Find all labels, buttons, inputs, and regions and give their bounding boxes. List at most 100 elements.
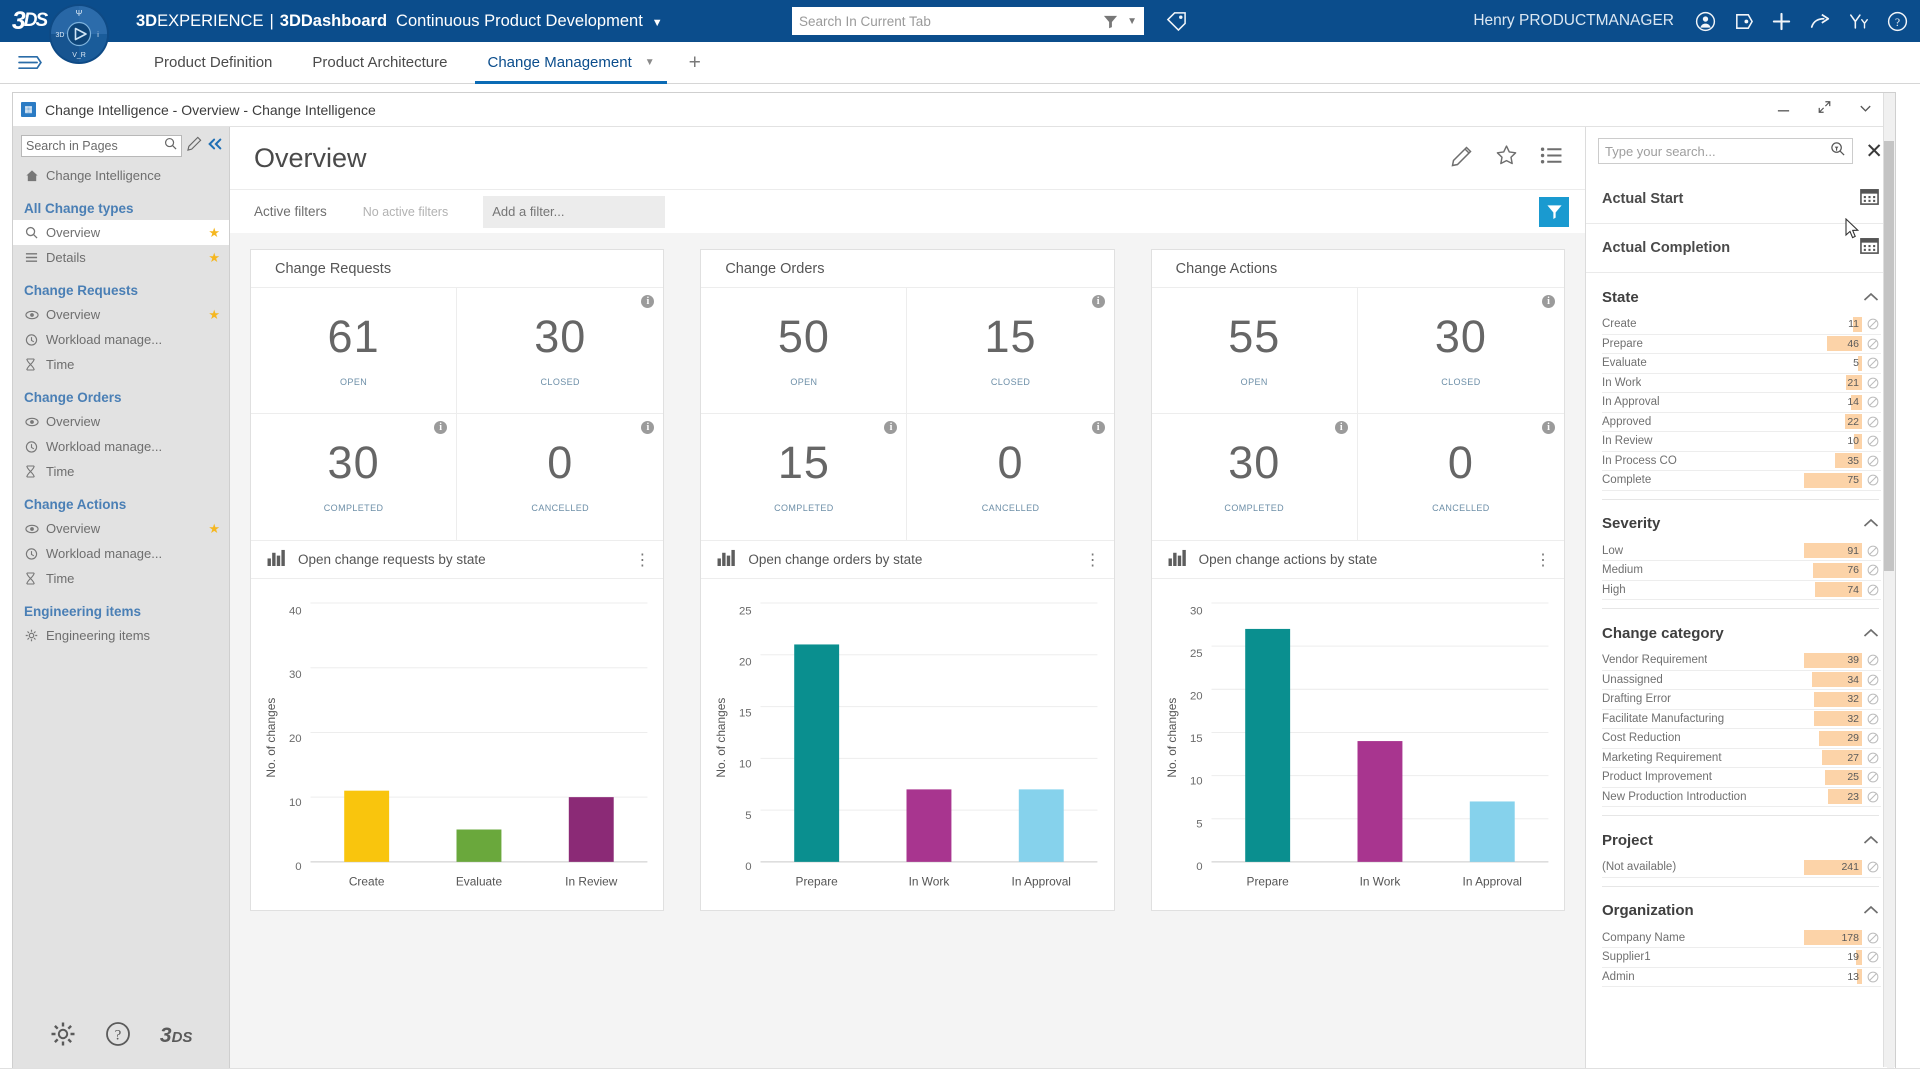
tag-icon[interactable]: [1166, 11, 1187, 32]
3d-compass-icon[interactable]: Ψ 3D i V_R: [47, 2, 111, 66]
add-filter-button[interactable]: Add a filter...: [483, 196, 665, 228]
exclude-filter-icon[interactable]: [1865, 396, 1881, 408]
sidebar-item-all-overview[interactable]: Overview ★: [13, 220, 229, 245]
calendar-icon[interactable]: [1860, 187, 1879, 211]
exclude-filter-icon[interactable]: [1865, 861, 1881, 873]
filter-row[interactable]: Evaluate5: [1602, 354, 1881, 374]
add-tab-button[interactable]: +: [675, 51, 715, 75]
exclude-filter-icon[interactable]: [1865, 435, 1881, 447]
help-icon[interactable]: ?: [1887, 11, 1908, 32]
star-icon[interactable]: ★: [208, 250, 220, 266]
filter-row[interactable]: Medium76: [1602, 561, 1881, 581]
info-icon[interactable]: i: [1335, 421, 1348, 434]
exclude-filter-icon[interactable]: [1865, 752, 1881, 764]
exclude-filter-icon[interactable]: [1865, 654, 1881, 666]
exclude-filter-icon[interactable]: [1865, 713, 1881, 725]
exclude-filter-icon[interactable]: [1865, 545, 1881, 557]
chevron-down-icon[interactable]: ▼: [1127, 16, 1137, 27]
list-icon[interactable]: [1540, 146, 1563, 170]
info-icon[interactable]: i: [884, 421, 897, 434]
sidebar-item-co-time[interactable]: Time: [13, 459, 229, 484]
pencil-icon[interactable]: [187, 136, 202, 156]
filter-row[interactable]: (Not available)241: [1602, 858, 1881, 878]
sidebar-item-ca-workload[interactable]: Workload manage...: [13, 541, 229, 566]
search-filter-icon[interactable]: [1830, 141, 1846, 162]
filter-actual-start[interactable]: Actual Start: [1586, 175, 1895, 224]
kpi-completed[interactable]: i 15 Completed: [701, 414, 907, 540]
expand-icon[interactable]: [1817, 100, 1832, 119]
exclude-filter-icon[interactable]: [1865, 377, 1881, 389]
kpi-cancelled[interactable]: i 0 Cancelled: [907, 414, 1113, 540]
search-icon[interactable]: [164, 137, 177, 155]
chevron-down-icon[interactable]: [1858, 101, 1873, 119]
kpi-open[interactable]: 50 Open: [701, 288, 907, 414]
tab-change-management[interactable]: Change Management ▼: [467, 42, 674, 84]
filter-row[interactable]: Product Improvement25: [1602, 768, 1881, 788]
exclude-filter-icon[interactable]: [1865, 732, 1881, 744]
filter-row[interactable]: Facilitate Manufacturing32: [1602, 710, 1881, 730]
window-scrollbar-thumb[interactable]: [1884, 141, 1894, 571]
exclude-filter-icon[interactable]: [1865, 693, 1881, 705]
filter-row[interactable]: New Production Introduction23: [1602, 788, 1881, 808]
chevron-up-icon[interactable]: [1863, 290, 1879, 305]
exclude-filter-icon[interactable]: [1865, 474, 1881, 486]
kpi-open[interactable]: 61 Open: [251, 288, 457, 414]
filter-row[interactable]: Marketing Requirement27: [1602, 749, 1881, 769]
star-icon[interactable]: ★: [208, 521, 220, 537]
filter-row[interactable]: Admin13: [1602, 968, 1881, 988]
kpi-completed[interactable]: i 30 Completed: [1152, 414, 1358, 540]
user-account-icon[interactable]: [1695, 11, 1716, 32]
chevron-up-icon[interactable]: [1863, 903, 1879, 918]
chevron-up-icon[interactable]: [1863, 626, 1879, 641]
sidebar-item-change-intelligence[interactable]: Change Intelligence: [13, 163, 229, 188]
info-icon[interactable]: i: [1542, 295, 1555, 308]
pencil-icon[interactable]: [1451, 145, 1473, 172]
kpi-closed[interactable]: i 15 Closed: [907, 288, 1113, 414]
kpi-cancelled[interactable]: i 0 Cancelled: [1358, 414, 1564, 540]
info-icon[interactable]: i: [1542, 421, 1555, 434]
exclude-filter-icon[interactable]: [1865, 584, 1881, 596]
collapse-left-icon[interactable]: [207, 137, 223, 156]
filter-row[interactable]: High74: [1602, 581, 1881, 601]
filter-row[interactable]: In Review10: [1602, 432, 1881, 452]
exclude-filter-icon[interactable]: [1865, 932, 1881, 944]
add-icon[interactable]: [1771, 11, 1792, 32]
exclude-filter-icon[interactable]: [1865, 674, 1881, 686]
filter-row[interactable]: Supplier119: [1602, 948, 1881, 968]
exclude-filter-icon[interactable]: [1865, 564, 1881, 576]
share-icon[interactable]: [1809, 11, 1831, 32]
filter-section-header[interactable]: Severity: [1586, 506, 1895, 542]
exclude-filter-icon[interactable]: [1865, 338, 1881, 350]
chevron-down-icon[interactable]: ▼: [645, 57, 655, 68]
chevron-down-icon[interactable]: ▼: [652, 17, 663, 29]
filter-row[interactable]: Complete75: [1602, 471, 1881, 491]
exclude-filter-icon[interactable]: [1865, 318, 1881, 330]
info-icon[interactable]: i: [434, 421, 447, 434]
exclude-filter-icon[interactable]: [1865, 455, 1881, 467]
3ds-icon[interactable]: 3DS: [160, 1024, 193, 1048]
tab-product-architecture[interactable]: Product Architecture: [292, 42, 467, 84]
kebab-menu-icon[interactable]: ⋮: [1535, 550, 1552, 570]
kebab-menu-icon[interactable]: ⋮: [1085, 550, 1102, 570]
kebab-menu-icon[interactable]: ⋮: [634, 550, 651, 570]
exclude-filter-icon[interactable]: [1865, 771, 1881, 783]
sidebar-item-co-workload[interactable]: Workload manage...: [13, 434, 229, 459]
tab-product-definition[interactable]: Product Definition: [134, 42, 292, 84]
filter-search[interactable]: [1598, 138, 1853, 164]
filter-row[interactable]: Cost Reduction29: [1602, 729, 1881, 749]
filter-row[interactable]: Low91: [1602, 542, 1881, 562]
kpi-open[interactable]: 55 Open: [1152, 288, 1358, 414]
filter-row[interactable]: Create11: [1602, 315, 1881, 335]
filter-row[interactable]: Unassigned34: [1602, 671, 1881, 691]
filter-row[interactable]: Company Name178: [1602, 929, 1881, 949]
global-search[interactable]: ▼: [792, 7, 1144, 35]
search-input[interactable]: [799, 14, 1103, 29]
sidebar-item-cr-workload[interactable]: Workload manage...: [13, 327, 229, 352]
help-icon[interactable]: ?: [105, 1021, 131, 1052]
filter-row[interactable]: Drafting Error32: [1602, 690, 1881, 710]
filter-row[interactable]: In Approval14: [1602, 393, 1881, 413]
filter-section-header[interactable]: Organization: [1586, 893, 1895, 929]
pages-search[interactable]: [21, 135, 182, 157]
exclude-filter-icon[interactable]: [1865, 951, 1881, 963]
exclude-filter-icon[interactable]: [1865, 357, 1881, 369]
